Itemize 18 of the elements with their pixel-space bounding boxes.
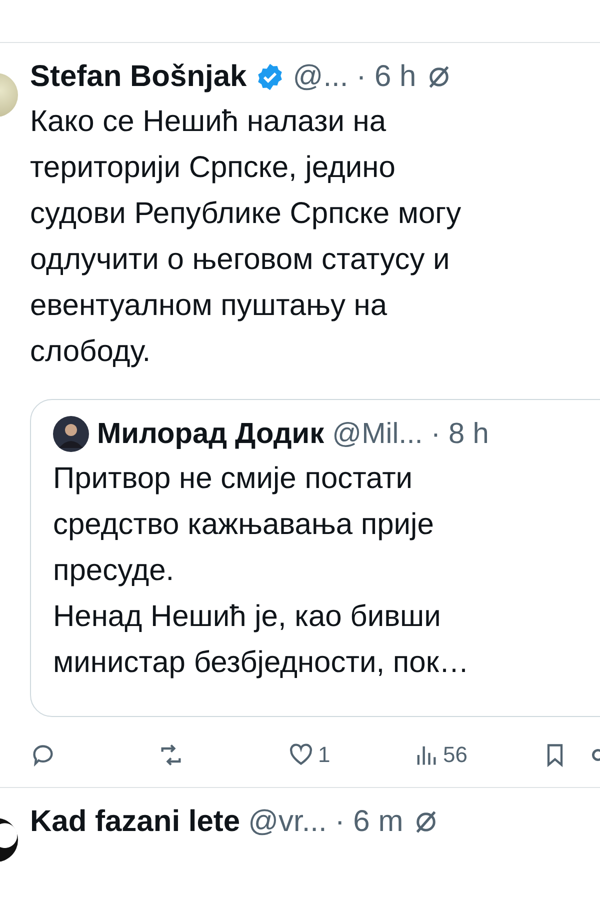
speech-bubble-icon — [30, 742, 56, 768]
views-button[interactable]: 56 — [413, 742, 468, 768]
avatar[interactable] — [53, 416, 89, 452]
post-time[interactable]: · 6 h — [356, 60, 416, 94]
post-text: Како се Нешић налази на територији Српске, једино судови Републике Српске могу одлучити о његовом статусу и евентуалном пуштању на слободу. — [30, 104, 462, 370]
author-name[interactable]: Kad fazani lete — [30, 805, 240, 839]
author-handle[interactable]: @vr... — [248, 805, 327, 839]
author-handle[interactable]: @Mil... — [332, 418, 423, 450]
post-time[interactable]: · 8 h — [430, 418, 489, 450]
author-handle[interactable]: @... — [292, 60, 348, 94]
author-name[interactable]: Милорад Додик — [97, 418, 324, 450]
like-button[interactable]: 1 — [288, 742, 330, 768]
quoted-post[interactable]: Милорад Додик @Mil... · 8 h Притвор не смије постати средство кажњавања прије пресуде. Ненад Нешић је, као бивши министар безбједности, пок… — [30, 399, 600, 717]
post-time[interactable]: · 6 m — [334, 805, 404, 839]
quoted-text: Притвор не смије постати средство кажњавања прије пресуде. Ненад Нешић је, као бивши министар безбједности, пок… — [53, 461, 470, 681]
reply-button[interactable] — [30, 742, 56, 768]
author-name[interactable]: Stefan Bošnjak — [30, 60, 247, 94]
heart-icon — [288, 742, 314, 768]
